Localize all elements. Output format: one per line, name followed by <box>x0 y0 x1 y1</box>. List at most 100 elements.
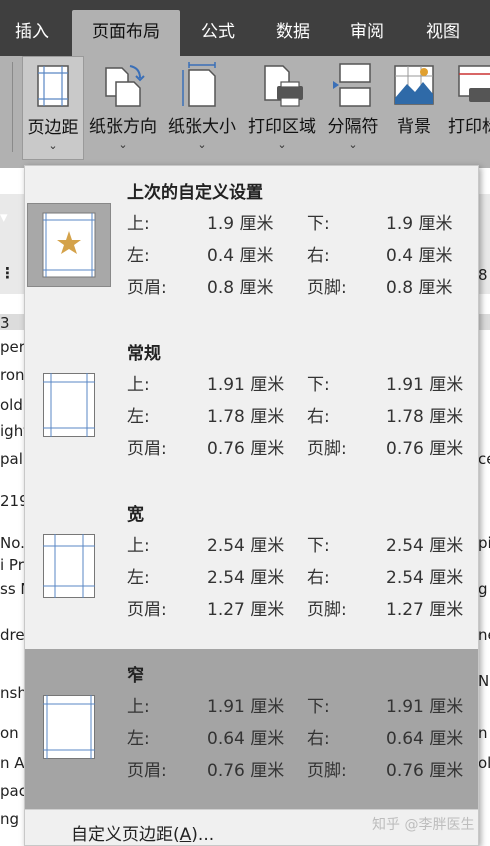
right-value: 0.4 厘米 <box>386 246 453 266</box>
print-titles-button[interactable]: 打印标 <box>446 56 490 160</box>
top-value: 1.9 厘米 <box>207 214 274 234</box>
page-thumbnail-icon <box>43 695 95 759</box>
sheet-cell-fragment: ss N <box>0 580 24 598</box>
left-value: 0.4 厘米 <box>207 246 274 266</box>
page-thumbnail-icon <box>43 534 95 598</box>
bottom-label: 下: <box>307 214 330 234</box>
chevron-down-icon: ⌄ <box>197 138 207 151</box>
orientation-button[interactable]: 纸张方向 ⌄ <box>86 56 160 160</box>
sheet-cell-fragment: pi <box>478 534 490 552</box>
left-value: 0.64 厘米 <box>207 729 285 749</box>
top-label: 上: <box>127 697 150 717</box>
bottom-value: 1.91 厘米 <box>386 697 464 717</box>
breaks-button[interactable]: 分隔符 ⌄ <box>322 56 384 160</box>
sheet-cell-fragment: 8 <box>478 266 488 284</box>
sheet-cell-fragment: N <box>478 672 490 690</box>
sheet-cell-fragment: ol <box>478 754 490 772</box>
chevron-down-icon: ⌄ <box>348 138 358 151</box>
footer-label: 页脚: <box>307 278 347 298</box>
sheet-cell-fragment: ne <box>478 626 490 644</box>
top-value: 2.54 厘米 <box>207 536 285 556</box>
bottom-value: 2.54 厘米 <box>386 536 464 556</box>
ribbon-page-setup-group: 页边距 ⌄ 纸张方向 ⌄ 纸张大小 ⌄ 打印区域 ⌄ 分隔符 ⌄ 背景 打印 <box>0 56 490 168</box>
breaks-icon <box>333 63 371 107</box>
sheet-cell-fragment: n <box>478 724 488 742</box>
header-value: 0.76 厘米 <box>207 439 285 459</box>
chevron-down-icon: ⌄ <box>277 138 287 151</box>
left-label: 左: <box>127 246 150 266</box>
print-titles-label: 打印标 <box>448 117 490 137</box>
footer-label: 页脚: <box>307 600 347 620</box>
option-name: 上次的自定义设置 <box>127 183 263 203</box>
sheet-cell-fragment: nsh <box>0 684 24 702</box>
footer-value: 0.76 厘米 <box>386 761 464 781</box>
background-button[interactable]: 背景 <box>388 56 440 160</box>
tab-view[interactable]: 视图 <box>410 10 476 56</box>
tab-formulas[interactable]: 公式 <box>186 10 250 56</box>
header-label: 页眉: <box>127 761 167 781</box>
print-area-button[interactable]: 打印区域 ⌄ <box>244 56 320 160</box>
orientation-label: 纸张方向 <box>89 117 157 137</box>
sheet-side-icon[interactable]: ⋮ <box>0 264 24 282</box>
print-area-icon <box>264 65 303 107</box>
tab-review[interactable]: 审阅 <box>336 10 398 56</box>
chevron-down-icon: ⌄ <box>118 138 128 151</box>
page-thumbnail-icon <box>27 203 111 287</box>
margin-option-last-custom[interactable]: 上次的自定义设置 上: 1.9 厘米 下: 1.9 厘米 左: 0.4 厘米 右… <box>25 166 478 327</box>
print-area-label: 打印区域 <box>248 117 316 137</box>
sheet-cell-fragment: 3 <box>0 314 10 332</box>
sheet-cell-fragment: old) <box>0 396 24 414</box>
option-name: 宽 <box>127 505 144 525</box>
tab-insert[interactable]: 插入 <box>0 10 64 56</box>
top-label: 上: <box>127 214 150 234</box>
top-value: 1.91 厘米 <box>207 697 285 717</box>
left-label: 左: <box>127 729 150 749</box>
sheet-cell-fragment: 219 <box>0 492 24 510</box>
top-label: 上: <box>127 536 150 556</box>
sheet-cell-fragment: dre <box>0 626 24 644</box>
sheet-side-icon[interactable]: ▾ <box>0 208 24 226</box>
tab-page-layout[interactable]: 页面布局 <box>72 10 180 56</box>
tab-data[interactable]: 数据 <box>262 10 324 56</box>
sheet-cell-fragment: per: <box>0 338 24 356</box>
left-value: 2.54 厘米 <box>207 568 285 588</box>
footer-label: 页脚: <box>307 439 347 459</box>
paper-size-button[interactable]: 纸张大小 ⌄ <box>164 56 240 160</box>
right-value: 0.64 厘米 <box>386 729 464 749</box>
option-name: 常规 <box>127 344 161 364</box>
sheet-cell-fragment: pac <box>0 782 24 800</box>
sheet-cell-fragment: ron <box>0 366 24 384</box>
margins-icon <box>37 65 69 107</box>
sheet-cell-fragment: i Pr <box>0 556 24 574</box>
header-label: 页眉: <box>127 600 167 620</box>
right-label: 右: <box>307 407 330 427</box>
print-titles-icon <box>458 65 490 102</box>
orientation-icon <box>105 65 145 107</box>
footer-value: 0.8 厘米 <box>386 278 453 298</box>
left-label: 左: <box>127 407 150 427</box>
custom-margins-link[interactable]: 自定义页边距(A)... <box>71 820 214 845</box>
left-value: 1.78 厘米 <box>207 407 285 427</box>
bottom-label: 下: <box>307 536 330 556</box>
header-value: 1.27 厘米 <box>207 600 285 620</box>
sheet-cell-fragment: n A <box>0 754 24 772</box>
header-label: 页眉: <box>127 439 167 459</box>
margins-button[interactable]: 页边距 ⌄ <box>22 56 84 160</box>
sheet-cell-fragment: ng <box>0 810 20 828</box>
sheet-cell-fragment: g <box>478 580 488 598</box>
chevron-down-icon: ⌄ <box>48 139 58 152</box>
footer-value: 1.27 厘米 <box>386 600 464 620</box>
footer-value: 0.76 厘米 <box>386 439 464 459</box>
sheet-cell-fragment: ce <box>478 450 490 468</box>
right-value: 2.54 厘米 <box>386 568 464 588</box>
margin-option-normal[interactable]: 常规 上: 1.91 厘米 下: 1.91 厘米 左: 1.78 厘米 右: 1… <box>25 327 478 488</box>
margin-option-narrow[interactable]: 窄 上: 1.91 厘米 下: 1.91 厘米 左: 0.64 厘米 右: 0.… <box>25 649 478 810</box>
bottom-value: 1.9 厘米 <box>386 214 453 234</box>
sheet-cell-fragment: ight <box>0 422 24 440</box>
ribbon-tab-bar: 插入 页面布局 公式 数据 审阅 视图 <box>0 0 490 56</box>
watermark: 知乎 @李胖医生 <box>372 817 475 833</box>
margin-option-wide[interactable]: 宽 上: 2.54 厘米 下: 2.54 厘米 左: 2.54 厘米 右: 2.… <box>25 488 478 649</box>
sheet-cell-fragment: pal <box>0 450 23 468</box>
custom-margins-accelerator: A <box>179 825 192 845</box>
footer-label: 页脚: <box>307 761 347 781</box>
